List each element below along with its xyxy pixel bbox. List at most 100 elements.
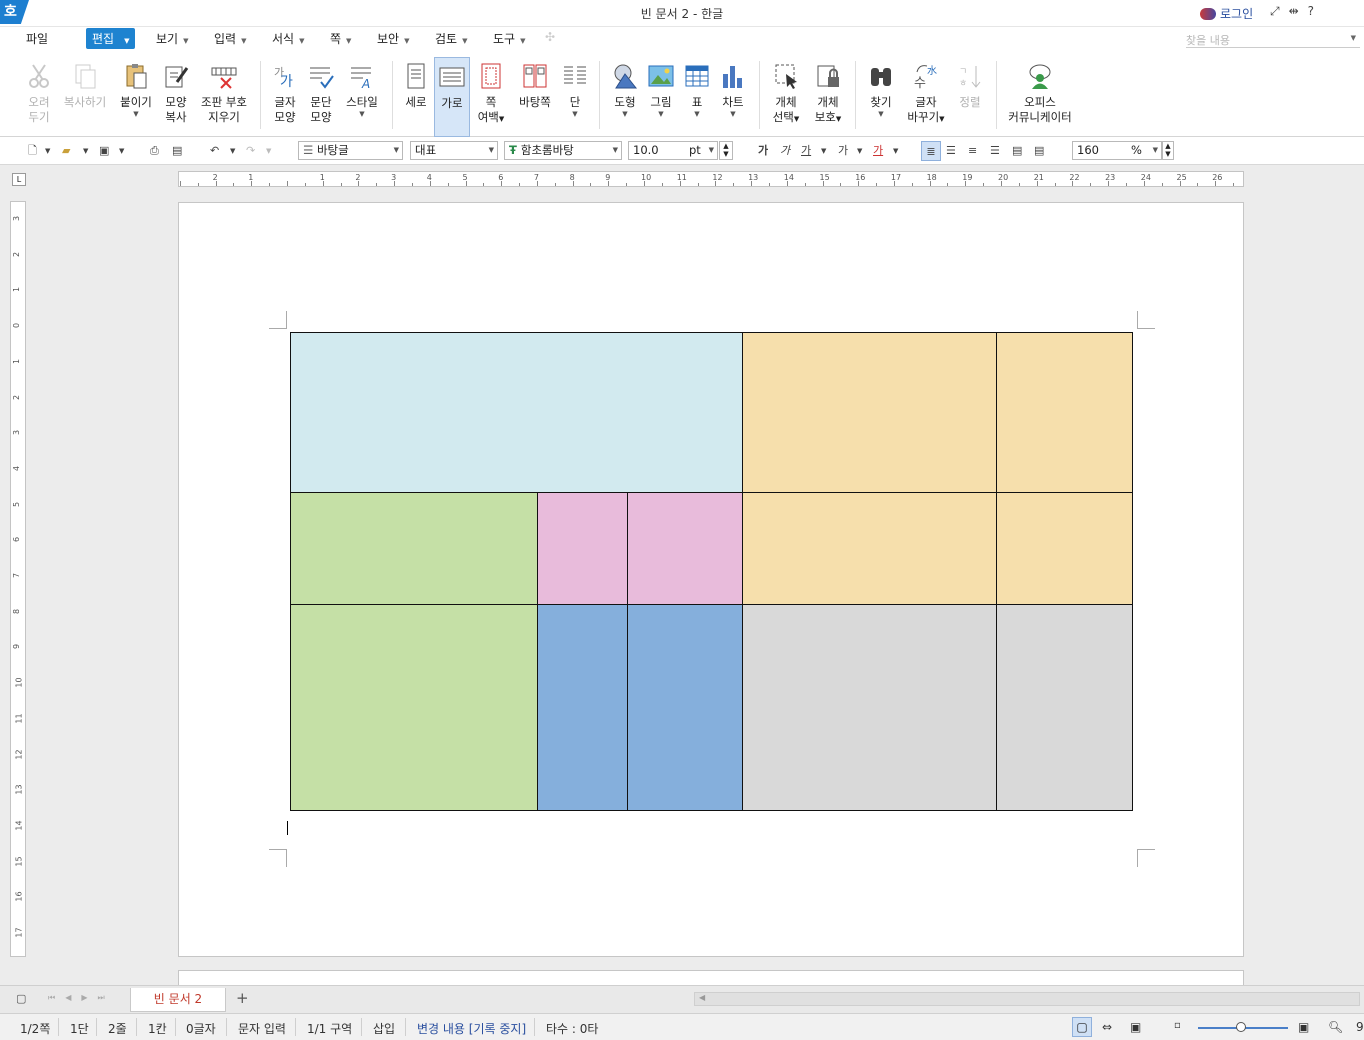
- menu-tools[interactable]: 도구 ▼: [493, 30, 525, 47]
- horizontal-ruler[interactable]: 2 1 1 2 3 4 5 6 7 8 9 10 11 12 13 14 15 16 17 18 19 20 21 22 23 2…: [178, 171, 1244, 187]
- zoom-in-icon[interactable]: ▣: [1298, 1020, 1309, 1034]
- table-cell[interactable]: [538, 605, 628, 811]
- align-center-icon[interactable]: ≡: [968, 141, 977, 161]
- paste-button[interactable]: 붙이기 ▼: [116, 57, 156, 133]
- new-document-icon[interactable]: 🗋: [28, 141, 37, 161]
- font-size-input[interactable]: 10.0 pt ▼: [628, 141, 718, 160]
- object-protect-button[interactable]: 개체 보호▼: [810, 57, 846, 133]
- bold-button[interactable]: 가: [758, 141, 768, 161]
- menu-page[interactable]: 쪽 ▼: [330, 30, 351, 47]
- page-width-view-icon[interactable]: ⇔: [1102, 1020, 1112, 1034]
- search-input[interactable]: 찾을 내용 ▼: [1186, 32, 1360, 48]
- strikethrough-button[interactable]: 가: [838, 141, 848, 161]
- align-divide-icon[interactable]: ▤: [1034, 141, 1044, 161]
- fullscreen-icon[interactable]: ⤢: [1270, 4, 1280, 19]
- menu-insert[interactable]: 입력 ▼: [214, 30, 246, 47]
- status-page[interactable]: 1/2쪽: [20, 1020, 50, 1037]
- table-cell[interactable]: [743, 333, 997, 493]
- tab-nav-arrows[interactable]: ⏮◀▶⏭: [48, 993, 115, 1003]
- page-margin-button[interactable]: 쪽 여백▼: [474, 57, 508, 133]
- landscape-button[interactable]: 가로: [434, 57, 470, 137]
- menu-review[interactable]: 검토 ▼: [435, 30, 467, 47]
- picture-button[interactable]: 그림 ▼: [644, 57, 678, 133]
- para-shape-button[interactable]: 문단 모양: [304, 57, 338, 133]
- zoom-out-icon[interactable]: ▫: [1174, 1020, 1181, 1031]
- language-select[interactable]: 대표 ▼: [410, 141, 498, 160]
- column-button[interactable]: 단 ▼: [560, 57, 590, 133]
- copy-button[interactable]: 복사하기: [60, 57, 110, 133]
- portrait-button[interactable]: 세로: [400, 57, 432, 133]
- addon-icon[interactable]: ✣: [545, 30, 555, 44]
- zoom-slider[interactable]: [1198, 1022, 1288, 1032]
- table-cell[interactable]: [743, 493, 997, 605]
- style-button[interactable]: A 스타일 ▼: [342, 57, 382, 133]
- table-cell[interactable]: [538, 493, 628, 605]
- chevron-down-icon[interactable]: ▼: [893, 141, 898, 161]
- chevron-down-icon[interactable]: ▼: [266, 141, 271, 161]
- underline-button[interactable]: 가: [801, 141, 811, 161]
- document-table[interactable]: [290, 332, 1133, 811]
- normal-view-icon[interactable]: ▢: [1072, 1017, 1092, 1037]
- help-icon[interactable]: ?: [1308, 4, 1314, 19]
- font-select[interactable]: Ŧ 함초롬바탕 ▼: [504, 141, 622, 160]
- table-cell[interactable]: [997, 605, 1133, 811]
- italic-button[interactable]: 가: [780, 141, 790, 161]
- font-size-stepper[interactable]: ▲ ▼: [719, 141, 733, 160]
- status-mode[interactable]: 문자 입력: [238, 1020, 286, 1037]
- full-page-view-icon[interactable]: ▣: [1130, 1020, 1141, 1034]
- format-copy-button[interactable]: 모양 복사: [160, 57, 192, 133]
- sort-button[interactable]: ㄱㅎ 정렬: [953, 57, 987, 133]
- status-track-changes[interactable]: 변경 내용 [기록 중지]: [417, 1020, 526, 1037]
- login-button[interactable]: 로그인: [1200, 5, 1253, 22]
- master-page-button[interactable]: 바탕쪽: [514, 57, 556, 133]
- chevron-down-icon[interactable]: ▼: [821, 141, 826, 161]
- find-button[interactable]: 찾기 ▼: [864, 57, 898, 133]
- replace-button[interactable]: 수水 글자 바꾸기▼: [904, 57, 948, 133]
- add-tab-icon[interactable]: +: [236, 989, 249, 1007]
- chevron-down-icon[interactable]: ▼: [83, 141, 88, 161]
- object-select-button[interactable]: 개체 선택▼: [768, 57, 804, 133]
- align-distribute-icon[interactable]: ▤: [1012, 141, 1022, 161]
- chevron-down-icon[interactable]: ▼: [45, 141, 50, 161]
- table-button[interactable]: 표 ▼: [680, 57, 714, 133]
- zoom-input[interactable]: 160 % ▼: [1072, 141, 1162, 160]
- table-cell[interactable]: [997, 333, 1133, 493]
- print-icon[interactable]: ⎙: [150, 141, 159, 161]
- shape-button[interactable]: 도형 ▼: [608, 57, 642, 133]
- table-cell[interactable]: [291, 605, 538, 811]
- tab-document[interactable]: 빈 문서 2: [130, 988, 226, 1012]
- redo-icon[interactable]: ↷: [246, 141, 255, 161]
- table-cell[interactable]: [743, 605, 997, 811]
- document-workspace[interactable]: L 2 1 1 2 3 4 5 6 7 8 9 10 11 12 13 14 15 16 17 18 19 20 21 22 2…: [0, 165, 1364, 990]
- save-icon[interactable]: ▣: [99, 141, 109, 161]
- align-justify-icon[interactable]: ≣: [921, 141, 941, 161]
- chart-button[interactable]: 차트 ▼: [716, 57, 750, 133]
- zoom-slider-thumb[interactable]: [1236, 1022, 1246, 1032]
- table-cell[interactable]: [291, 333, 743, 493]
- office-communicator-button[interactable]: 오피스 커뮤니케이터: [1004, 57, 1076, 133]
- table-cell[interactable]: [628, 605, 743, 811]
- open-folder-icon[interactable]: ▰: [62, 141, 70, 161]
- horizontal-scrollbar[interactable]: ◀: [694, 992, 1360, 1006]
- align-left-icon[interactable]: ☰: [946, 141, 956, 161]
- zoom-stepper[interactable]: ▲ ▼: [1162, 141, 1174, 160]
- chevron-down-icon[interactable]: ▼: [1351, 34, 1356, 42]
- status-insert[interactable]: 삽입: [373, 1020, 395, 1037]
- table-cell[interactable]: [997, 493, 1133, 605]
- tab-stop-icon[interactable]: L: [12, 173, 26, 186]
- chevron-down-icon[interactable]: ▼: [230, 141, 235, 161]
- vertical-ruler[interactable]: 3 2 1 0 1 2 3 4 5 6 7 8 9 10 11 12 13 14 15 16 17: [10, 201, 26, 957]
- char-shape-button[interactable]: 가가 글자 모양: [268, 57, 302, 133]
- style-select[interactable]: ☰ 바탕글 ▼: [298, 141, 403, 160]
- table-cell[interactable]: [291, 493, 538, 605]
- document-page[interactable]: [178, 202, 1244, 957]
- menu-security[interactable]: 보안 ▼: [377, 30, 409, 47]
- cut-button[interactable]: 오려 두기: [22, 57, 56, 133]
- scroll-left-icon[interactable]: ◀: [699, 993, 705, 1002]
- menu-file[interactable]: 파일: [26, 30, 48, 47]
- page-view-icon[interactable]: ▢: [16, 992, 26, 1005]
- clear-marks-button[interactable]: 조판 부호 지우기: [198, 57, 250, 133]
- magnifier-icon[interactable]: 🔍︎: [1328, 1020, 1343, 1034]
- menu-edit[interactable]: 편집 ▼: [86, 28, 136, 49]
- align-right-icon[interactable]: ☰: [990, 141, 1000, 161]
